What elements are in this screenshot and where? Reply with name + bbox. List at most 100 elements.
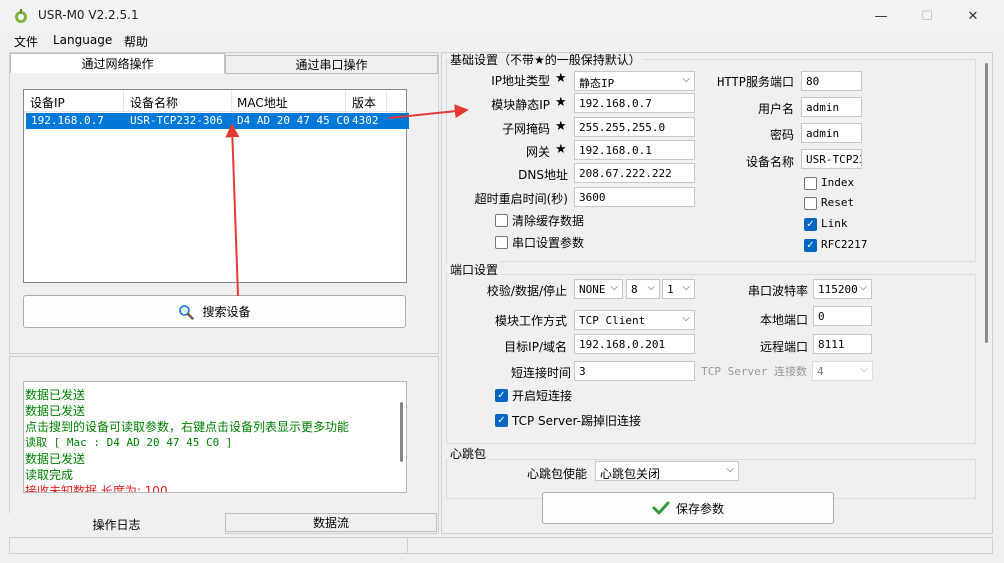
window-title: USR-M0 V2.2.5.1 — [38, 8, 139, 22]
maximize-button[interactable]: ☐ — [904, 2, 950, 30]
dns-label: DNS地址 — [518, 168, 568, 182]
baud-select[interactable]: 115200 ⌵ — [813, 279, 872, 299]
row-ip: 192.168.0.7 — [31, 114, 104, 127]
required-star-icon: ★ — [555, 95, 567, 110]
log-scrollbar[interactable] — [400, 402, 403, 462]
minimize-button[interactable]: — — [858, 2, 904, 30]
heartbeat-enable-select[interactable]: 心跳包关闭 ⌵ — [595, 461, 739, 481]
settings-scrollbar[interactable] — [982, 57, 992, 487]
index-checkbox[interactable] — [804, 177, 817, 190]
reset-checkbox[interactable] — [804, 197, 817, 210]
close-button[interactable]: ✕ — [950, 2, 996, 30]
gateway-input[interactable]: 192.168.0.1 — [574, 140, 695, 160]
device-name-input[interactable]: USR-TCP23 — [801, 149, 862, 169]
required-star-icon: ★ — [555, 119, 567, 134]
log-line-error: 接收未知数据 长度为: 100 — [25, 484, 168, 493]
search-button-label: 搜索设备 — [202, 305, 251, 319]
ip-type-select[interactable]: 静态IP ⌵ — [574, 71, 695, 91]
server-conn-select[interactable]: 4 ⌵ — [812, 361, 873, 381]
subnet-label: 子网掩码 — [501, 122, 550, 136]
device-name-label: 设备名称 — [745, 155, 794, 169]
tab-serial[interactable]: 通过串口操作 — [225, 55, 438, 74]
settings-panel: 基础设置（不带★的一般保持默认） IP地址类型 ★ 静态IP ⌵ 模块静态IP ★… — [441, 52, 993, 534]
short-time-label: 短连接时间 — [510, 366, 571, 380]
port-settings-title: 端口设置 — [448, 261, 501, 278]
local-port-label: 本地端口 — [759, 313, 808, 327]
ip-type-label: IP地址类型 — [491, 74, 550, 88]
checkmark-icon — [652, 501, 670, 515]
row-name: USR-TCP232-306 — [130, 114, 223, 127]
http-port-input[interactable]: 80 — [801, 71, 862, 91]
target-label: 目标IP/域名 — [504, 340, 567, 354]
log-line: 数据已发送 — [25, 404, 86, 418]
short-conn-checkbox[interactable]: ✓ — [495, 389, 508, 402]
serial-params-checkbox[interactable] — [495, 236, 508, 249]
log-line: 数据已发送 — [25, 388, 86, 402]
menu-language[interactable]: Language — [53, 33, 112, 47]
heartbeat-enable-label: 心跳包使能 — [526, 467, 587, 481]
chevron-down-icon: ⌵ — [682, 74, 690, 85]
required-star-icon: ★ — [555, 142, 567, 157]
timeout-label: 超时重启时间(秒) — [474, 192, 568, 206]
timeout-input[interactable]: 3600 — [574, 187, 695, 207]
column-version[interactable]: 版本 — [352, 94, 376, 111]
rfc2217-label: RFC2217 — [821, 238, 868, 251]
column-mac[interactable]: MAC地址 — [237, 94, 288, 111]
table-row[interactable]: 192.168.0.7 USR-TCP232-306 D4 AD 20 47 4… — [26, 113, 409, 129]
heartbeat-title: 心跳包 — [448, 445, 489, 462]
reset-label: Reset — [821, 196, 855, 209]
serial-params-label: 串口设置参数 — [512, 236, 585, 250]
rfc2217-checkbox[interactable]: ✓ — [804, 239, 817, 252]
search-devices-button[interactable]: 搜索设备 — [23, 295, 406, 328]
work-mode-label: 模块工作方式 — [494, 314, 567, 328]
menu-bar: 文件 Language 帮助 — [0, 31, 1004, 51]
menu-file[interactable]: 文件 — [14, 33, 38, 50]
parity-select[interactable]: NONE ⌵ — [574, 279, 623, 299]
index-label: Index — [821, 176, 855, 189]
baud-label: 串口波特率 — [747, 284, 808, 298]
tab-data-flow[interactable]: 数据流 — [225, 513, 437, 532]
parity-label: 校验/数据/停止 — [486, 284, 567, 298]
static-ip-input[interactable]: 192.168.0.7 — [574, 93, 695, 113]
target-input[interactable]: 192.168.0.201 — [574, 334, 695, 354]
link-label: Link — [821, 217, 848, 230]
short-time-input[interactable]: 3 — [574, 361, 695, 381]
row-version: 4302 — [352, 114, 379, 127]
menu-help[interactable]: 帮助 — [124, 33, 148, 50]
dns-input[interactable]: 208.67.222.222 — [574, 163, 695, 183]
http-port-label: HTTP服务端口 — [717, 75, 794, 89]
basic-settings-title: 基础设置（不带★的一般保持默认） — [448, 53, 643, 68]
tab-network[interactable]: 通过网络操作 — [10, 53, 225, 73]
username-input[interactable]: admin — [801, 97, 862, 117]
app-logo-icon — [15, 9, 27, 23]
column-device-name[interactable]: 设备名称 — [130, 94, 178, 111]
remote-port-input[interactable]: 8111 — [813, 334, 872, 354]
tab-operation-log[interactable]: 操作日志 — [9, 513, 224, 535]
save-button-label: 保存参数 — [675, 501, 724, 516]
static-ip-label: 模块静态IP — [491, 98, 550, 112]
kick-old-conn-checkbox[interactable]: ✓ — [495, 414, 508, 427]
column-device-ip[interactable]: 设备IP — [30, 94, 65, 111]
short-conn-label: 开启短连接 — [512, 389, 573, 403]
stopbits-select[interactable]: 1 ⌵ — [662, 279, 695, 299]
databits-select[interactable]: 8 ⌵ — [626, 279, 660, 299]
remote-port-label: 远程端口 — [759, 340, 808, 354]
log-output[interactable]: 数据已发送 数据已发送 点击搜到的设备可读取参数，右键点击设备列表显示更多功能 … — [23, 381, 407, 493]
clear-cache-checkbox[interactable] — [495, 214, 508, 227]
link-checkbox[interactable]: ✓ — [804, 218, 817, 231]
search-icon — [179, 304, 195, 320]
local-port-input[interactable]: 0 — [813, 306, 872, 326]
subnet-input[interactable]: 255.255.255.0 — [574, 117, 695, 137]
work-mode-select[interactable]: TCP Client ⌵ — [574, 310, 695, 330]
title-bar: USR-M0 V2.2.5.1 — ☐ ✕ — [0, 0, 1004, 31]
server-conn-label: TCP Server 连接数 — [701, 365, 807, 378]
log-line: 点击搜到的设备可读取参数，右键点击设备列表显示更多功能 — [25, 420, 350, 434]
save-params-button[interactable]: 保存参数 — [542, 492, 834, 524]
clear-cache-label: 清除缓存数据 — [512, 214, 585, 228]
log-line: 读取 [ Mac : D4 AD 20 47 45 C0 ] — [25, 436, 233, 449]
log-line: 数据已发送 — [25, 452, 86, 466]
password-input[interactable]: admin — [801, 123, 862, 143]
kick-old-conn-label: TCP Server-踢掉旧连接 — [512, 414, 641, 428]
device-list-header: 设备IP 设备名称 MAC地址 版本 — [24, 90, 406, 112]
device-list[interactable]: 设备IP 设备名称 MAC地址 版本 192.168.0.7 USR-TCP23… — [23, 89, 409, 283]
